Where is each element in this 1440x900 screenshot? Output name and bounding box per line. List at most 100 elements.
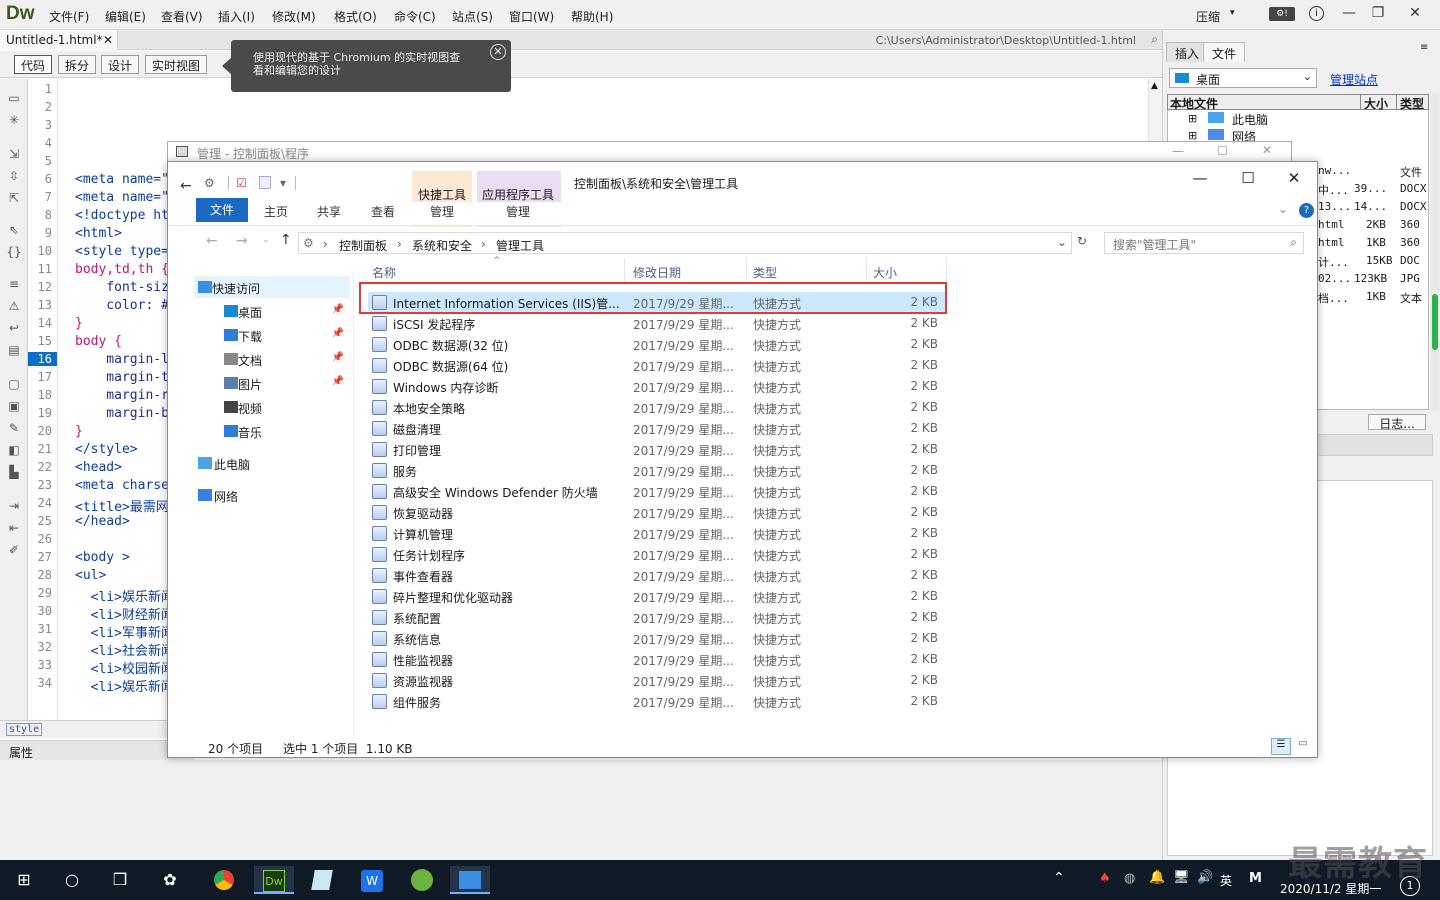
- site-select[interactable]: 桌面 ⌄: [1169, 68, 1317, 88]
- nav-item-3[interactable]: 文档 📌: [194, 348, 350, 370]
- menu-format[interactable]: 格式(O): [334, 8, 377, 25]
- file-row[interactable]: 恢复驱动器 2017/9/29 星期... 快捷方式 2 KB: [368, 502, 945, 523]
- file-row[interactable]: ODBC 数据源(32 位) 2017/9/29 星期... 快捷方式 2 KB: [368, 334, 945, 355]
- globe-icon[interactable]: ◍: [1124, 871, 1135, 886]
- tree-row-name[interactable]: 档...: [1318, 290, 1349, 306]
- file-row[interactable]: 磁盘清理 2017/9/29 星期... 快捷方式 2 KB: [368, 418, 945, 439]
- search-circle-icon[interactable]: ○: [52, 866, 92, 894]
- live-view-button[interactable]: 实时视图: [145, 55, 208, 74]
- wrap-tag-icon[interactable]: ✎: [6, 421, 22, 435]
- chevron-up-icon[interactable]: ⌃: [1053, 870, 1065, 886]
- tab-files[interactable]: 文件: [1203, 42, 1246, 62]
- large-icons-view-icon[interactable]: ▭: [1294, 738, 1312, 755]
- minimize-icon[interactable]: —: [1172, 144, 1184, 158]
- tab-insert[interactable]: 插入: [1166, 42, 1209, 62]
- document-tab[interactable]: Untitled-1.html* ✕: [0, 30, 118, 50]
- ribbon-view-tab[interactable]: 查看: [371, 203, 395, 220]
- refresh-icon[interactable]: ↻: [1077, 234, 1087, 248]
- pin-icon[interactable]: 📌: [332, 352, 344, 363]
- chevron-right-icon[interactable]: ›: [323, 237, 328, 251]
- ime-indicator[interactable]: 英: [1220, 872, 1232, 889]
- chevron-right-icon[interactable]: ›: [481, 237, 486, 251]
- expand-all-icon[interactable]: ⇱: [6, 191, 22, 205]
- file-row[interactable]: 高级安全 Windows Defender 防火墙 2017/9/29 星期...…: [368, 481, 945, 502]
- file-row[interactable]: 本地安全策略 2017/9/29 星期... 快捷方式 2 KB: [368, 397, 945, 418]
- start-windows-icon[interactable]: ⊞: [4, 866, 44, 894]
- back-arrow-icon[interactable]: ←: [180, 178, 192, 194]
- new-folder-icon[interactable]: [259, 176, 271, 189]
- tree-row-name[interactable]: 计...: [1318, 254, 1349, 270]
- maximize-icon[interactable]: ☐: [1228, 169, 1268, 193]
- tag-selector-style[interactable]: style: [6, 723, 43, 736]
- ribbon-file-tab[interactable]: 文件: [196, 198, 248, 222]
- ribbon-share-tab[interactable]: 共享: [317, 203, 341, 220]
- qq-icon[interactable]: ♠: [1099, 871, 1111, 886]
- volume-icon[interactable]: 🔊: [1197, 870, 1213, 885]
- file-row[interactable]: 计算机管理 2017/9/29 星期... 快捷方式 2 KB: [368, 523, 945, 544]
- pin-icon[interactable]: 📌: [332, 328, 344, 339]
- log-button[interactable]: 日志...: [1368, 414, 1426, 431]
- recent-locations-icon[interactable]: ⌄: [262, 235, 270, 245]
- column-separator[interactable]: [946, 258, 947, 284]
- address-box[interactable]: ⚙ › 控制面板 › 系统和安全 › 管理工具 ⌄: [298, 232, 1072, 254]
- file-row[interactable]: 资源监视器 2017/9/29 星期... 快捷方式 2 KB: [368, 670, 945, 691]
- outdent-icon[interactable]: ⇤: [6, 521, 22, 535]
- remove-comment-icon[interactable]: ▣: [6, 399, 22, 413]
- expand-ribbon-icon[interactable]: ⌄: [1278, 202, 1288, 216]
- menu-site[interactable]: 站点(S): [452, 8, 493, 25]
- info-icon[interactable]: i: [1309, 6, 1324, 21]
- nav-item-6[interactable]: 音乐: [194, 420, 350, 442]
- nav-item-5[interactable]: 视频: [194, 396, 350, 418]
- properties-panel-header[interactable]: 属性: [0, 740, 194, 760]
- tree-row-name[interactable]: 13...: [1318, 200, 1351, 213]
- syntax-coloring-icon[interactable]: ▤: [6, 343, 22, 357]
- manage-sites-link[interactable]: 管理站点: [1330, 71, 1378, 88]
- column-type[interactable]: 类型: [753, 264, 777, 281]
- tree-this-pc[interactable]: 此电脑: [1232, 111, 1268, 128]
- filter-icon[interactable]: ⌕: [1151, 32, 1158, 47]
- file-row[interactable]: 事件查看器 2017/9/29 星期... 快捷方式 2 KB: [368, 565, 945, 586]
- tree-expand-icon[interactable]: ⊞: [1188, 112, 1197, 125]
- file-row[interactable]: 任务计划程序 2017/9/29 星期... 快捷方式 2 KB: [368, 544, 945, 565]
- breadcrumb-control-panel[interactable]: 控制面板: [339, 237, 387, 254]
- balance-braces-icon[interactable]: {}: [6, 245, 22, 259]
- file-row[interactable]: 系统信息 2017/9/29 星期... 快捷方式 2 KB: [368, 628, 945, 649]
- ribbon-manage-app-tab[interactable]: 管理: [506, 203, 530, 220]
- column-separator[interactable]: [866, 258, 867, 284]
- properties-icon[interactable]: ☑: [236, 176, 247, 190]
- details-view-icon[interactable]: ☰: [1271, 738, 1291, 755]
- close-icon[interactable]: ✕: [1274, 169, 1314, 193]
- task-view-icon[interactable]: ❒: [100, 866, 140, 894]
- notification-bell-icon[interactable]: 🔔: [1149, 870, 1165, 885]
- file-row[interactable]: 打印管理 2017/9/29 星期... 快捷方式 2 KB: [368, 439, 945, 460]
- tree-row-name[interactable]: 02...: [1318, 272, 1351, 285]
- close-tab-icon[interactable]: ✕: [103, 33, 113, 47]
- scroll-up-icon[interactable]: ▲: [1151, 81, 1158, 91]
- sync-settings-icon[interactable]: ⚙!: [1269, 7, 1295, 21]
- pin-icon[interactable]: 📌: [332, 376, 344, 387]
- file-row[interactable]: 组件服务 2017/9/29 星期... 快捷方式 2 KB: [368, 691, 945, 712]
- column-size[interactable]: 大小: [873, 264, 897, 281]
- collapse-selection-icon[interactable]: ⇳: [6, 169, 22, 183]
- file-row[interactable]: 碎片整理和优化驱动器 2017/9/29 星期... 快捷方式 2 KB: [368, 586, 945, 607]
- app-swirl-icon[interactable]: ✿: [150, 866, 190, 894]
- pin-icon[interactable]: 📌: [332, 304, 344, 315]
- background-explorer-window[interactable]: 管理 - 控制面板\程序 — ☐ ✕: [167, 141, 1292, 161]
- apply-comment-icon[interactable]: ▢: [6, 377, 22, 391]
- customize-qa-icon[interactable]: ▾: [280, 176, 286, 190]
- dreamweaver-taskbar-icon[interactable]: Dw: [254, 866, 294, 894]
- tree-row-name[interactable]: 中...: [1318, 182, 1349, 198]
- select-parent-tag-icon[interactable]: ⇖: [6, 223, 22, 237]
- menu-help[interactable]: 帮助(H): [571, 8, 613, 25]
- chevron-right-icon[interactable]: ›: [397, 237, 402, 251]
- nav-item-4[interactable]: 图片 📌: [194, 372, 350, 394]
- breadcrumb-system-security[interactable]: 系统和安全: [412, 237, 472, 254]
- menu-view[interactable]: 查看(V): [161, 8, 203, 25]
- file-row[interactable]: 性能监视器 2017/9/29 星期... 快捷方式 2 KB: [368, 649, 945, 670]
- tooltip-close-icon[interactable]: ✕: [490, 44, 506, 60]
- menu-file[interactable]: 文件(F): [49, 8, 89, 25]
- nav-item-7[interactable]: 此电脑: [194, 452, 350, 474]
- minimize-icon[interactable]: —: [1180, 169, 1220, 193]
- up-icon[interactable]: ↑: [280, 232, 292, 248]
- column-date[interactable]: 修改日期: [633, 264, 681, 281]
